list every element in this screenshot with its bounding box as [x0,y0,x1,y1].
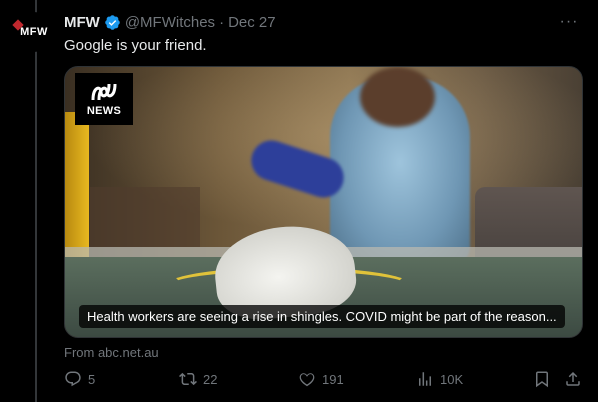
reply-button[interactable]: 5 [64,370,95,388]
heart-icon [299,373,315,387]
thread-line [35,0,37,402]
bookmark-button[interactable] [533,370,551,388]
abc-news-label: NEWS [86,105,122,117]
retweet-icon [179,372,197,386]
card-caption: Health workers are seeing a rise in shin… [79,305,565,328]
tweet-header: MFW @MFWitches · Dec 27 ··· [64,12,582,32]
retweet-count: 22 [203,371,218,387]
card-source[interactable]: From abc.net.au [64,345,159,360]
retweet-button[interactable]: 22 [179,370,217,388]
tweet-date[interactable]: Dec 27 [228,14,276,31]
image-shelf [90,187,200,247]
image-worker-head [360,67,435,127]
link-card-image[interactable]: NEWS Health workers are seeing a rise in… [64,66,583,338]
verified-badge-icon [104,14,121,31]
like-button[interactable]: 191 [298,370,344,388]
abc-wave-icon [91,83,117,101]
more-options-icon[interactable]: ··· [556,13,582,31]
share-icon [566,371,580,386]
views-button[interactable]: 10K [416,370,463,388]
share-button[interactable] [564,370,582,388]
bookmark-icon [536,371,548,388]
author-handle[interactable]: @MFWitches [125,14,215,31]
action-bar: 5 22 191 10K [64,370,584,392]
reply-count: 5 [88,371,96,387]
reply-icon [65,371,81,387]
separator-dot: · [219,13,225,31]
avatar[interactable]: MFW [14,12,54,52]
abc-news-logo: NEWS [75,73,133,125]
like-count: 191 [322,371,344,387]
author-name[interactable]: MFW [64,14,100,31]
avatar-logo: MFW [20,26,48,38]
tweet-text: Google is your friend. [64,37,207,54]
views-count: 10K [440,371,464,387]
views-chart-icon [419,372,431,386]
